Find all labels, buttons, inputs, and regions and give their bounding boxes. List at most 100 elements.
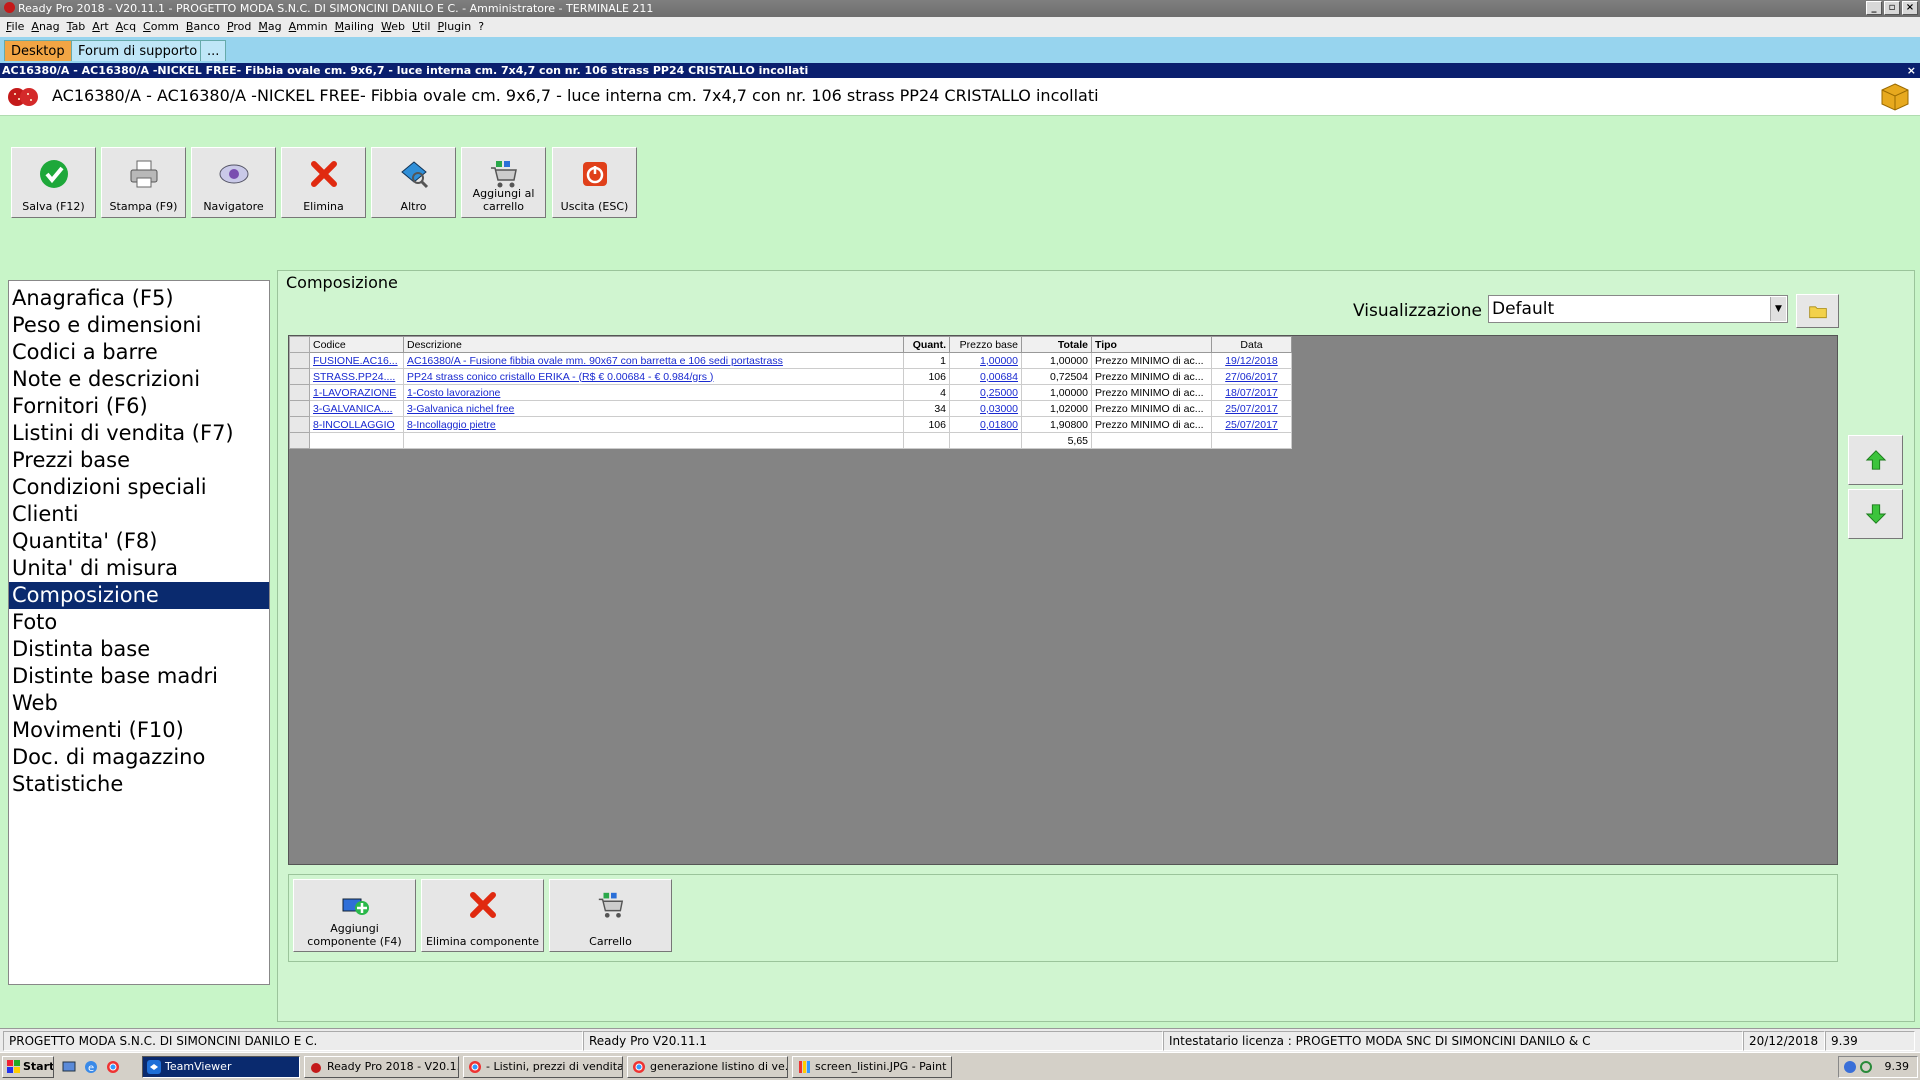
desktop-quicklaunch-icon[interactable]	[62, 1060, 76, 1074]
cell-descrizione[interactable]: 3-Galvanica nichel free	[403, 400, 904, 417]
close-window-button[interactable]: ×	[1902, 1, 1918, 15]
cell-codice[interactable]: 1-LAVORAZIONE	[309, 384, 404, 401]
row-indicator[interactable]	[289, 368, 310, 385]
cell-quant[interactable]: 4	[903, 384, 950, 401]
menu-ammin[interactable]: Ammin	[289, 17, 335, 37]
col-codice[interactable]: Codice	[309, 336, 404, 353]
col-quant[interactable]: Quant.	[903, 336, 950, 353]
ie-quicklaunch-icon[interactable]: e	[84, 1060, 98, 1074]
cell-codice[interactable]: STRASS.PP24....	[309, 368, 404, 385]
col-tipo[interactable]: Tipo	[1091, 336, 1212, 353]
nav-listini-vendita[interactable]: Listini di vendita (F7)	[9, 420, 269, 447]
taskbar-item-chrome-listini[interactable]: - Listini, prezzi di vendita...	[463, 1056, 623, 1078]
exit-button[interactable]: Uscita (ESC)	[552, 147, 637, 218]
move-down-button[interactable]	[1848, 489, 1903, 539]
add-component-button[interactable]: Aggiungi componente (F4)	[293, 879, 416, 952]
delete-button[interactable]: Elimina	[281, 147, 366, 218]
menu-prod[interactable]: Prod	[227, 17, 258, 37]
cell-prezzo-base[interactable]: 0,03000	[949, 400, 1022, 417]
taskbar-item-readypro[interactable]: Ready Pro 2018 - V20.1...	[304, 1056, 459, 1078]
move-up-button[interactable]	[1848, 435, 1903, 485]
cell-data[interactable]: 25/07/2017	[1211, 416, 1292, 433]
cell-tipo[interactable]: Prezzo MINIMO di ac...	[1091, 368, 1212, 385]
nav-fornitori[interactable]: Fornitori (F6)	[9, 393, 269, 420]
menu-comm[interactable]: Comm	[143, 17, 186, 37]
tab-forum[interactable]: Forum di supporto	[71, 40, 205, 61]
save-button[interactable]: Salva (F12)	[11, 147, 96, 218]
cell-descrizione[interactable]: PP24 strass conico cristallo ERIKA - (R$…	[403, 368, 904, 385]
col-totale[interactable]: Totale	[1021, 336, 1092, 353]
cell-quant[interactable]: 106	[903, 416, 950, 433]
table-row[interactable]: FUSIONE.AC16... AC16380/A - Fusione fibb…	[289, 352, 1292, 369]
cell-prezzo-base[interactable]: 0,25000	[949, 384, 1022, 401]
cell-descrizione[interactable]: 1-Costo lavorazione	[403, 384, 904, 401]
menu-tab[interactable]: Tab	[67, 17, 93, 37]
cell-quant[interactable]: 1	[903, 352, 950, 369]
menu-web[interactable]: Web	[381, 17, 412, 37]
nav-doc-magazzino[interactable]: Doc. di magazzino	[9, 744, 269, 771]
nav-web[interactable]: Web	[9, 690, 269, 717]
start-button[interactable]: Start	[2, 1056, 54, 1078]
nav-unita-misura[interactable]: Unita' di misura	[9, 555, 269, 582]
nav-distinte-base-madri[interactable]: Distinte base madri	[9, 663, 269, 690]
col-descrizione[interactable]: Descrizione	[403, 336, 904, 353]
cart-button[interactable]: Carrello	[549, 879, 672, 952]
cell-tipo[interactable]: Prezzo MINIMO di ac...	[1091, 352, 1212, 369]
cell-prezzo-base[interactable]: 0,00684	[949, 368, 1022, 385]
cell-codice[interactable]: 3-GALVANICA....	[309, 400, 404, 417]
table-row[interactable]: STRASS.PP24.... PP24 strass conico crist…	[289, 368, 1292, 385]
minimize-button[interactable]: _	[1866, 1, 1882, 15]
menu-util[interactable]: Util	[412, 17, 438, 37]
network-tray-icon[interactable]	[1843, 1060, 1857, 1074]
cell-prezzo-base[interactable]: 1,00000	[949, 352, 1022, 369]
cell-codice[interactable]: 8-INCOLLAGGIO	[309, 416, 404, 433]
sync-tray-icon[interactable]	[1859, 1060, 1873, 1074]
col-data[interactable]: Data	[1211, 336, 1292, 353]
taskbar-item-teamviewer[interactable]: TeamViewer	[142, 1056, 300, 1078]
view-options-button[interactable]	[1796, 294, 1839, 328]
taskbar-item-paint[interactable]: screen_listini.JPG - Paint	[792, 1056, 952, 1078]
nav-movimenti[interactable]: Movimenti (F10)	[9, 717, 269, 744]
cell-quant[interactable]: 34	[903, 400, 950, 417]
tab-desktop[interactable]: Desktop	[4, 40, 72, 61]
print-button[interactable]: Stampa (F9)	[101, 147, 186, 218]
row-indicator[interactable]	[289, 416, 310, 433]
chrome-quicklaunch-icon[interactable]	[106, 1060, 120, 1074]
cell-data[interactable]: 18/07/2017	[1211, 384, 1292, 401]
cell-data[interactable]: 19/12/2018	[1211, 352, 1292, 369]
cell-quant[interactable]: 106	[903, 368, 950, 385]
menu-art[interactable]: Art	[92, 17, 115, 37]
nav-peso-dimensioni[interactable]: Peso e dimensioni	[9, 312, 269, 339]
nav-composizione[interactable]: Composizione	[9, 582, 269, 609]
delete-component-button[interactable]: Elimina componente	[421, 879, 544, 952]
menu-plugin[interactable]: Plugin	[438, 17, 479, 37]
menu-acq[interactable]: Acq	[116, 17, 143, 37]
row-indicator[interactable]	[289, 352, 310, 369]
cell-tipo[interactable]: Prezzo MINIMO di ac...	[1091, 384, 1212, 401]
cell-data[interactable]: 25/07/2017	[1211, 400, 1292, 417]
add-to-cart-button[interactable]: Aggiungi al carrello	[461, 147, 546, 218]
menu-banco[interactable]: Banco	[186, 17, 227, 37]
nav-quantita[interactable]: Quantita' (F8)	[9, 528, 269, 555]
nav-condizioni-speciali[interactable]: Condizioni speciali	[9, 474, 269, 501]
table-row[interactable]: 8-INCOLLAGGIO 8-Incollaggio pietre 106 0…	[289, 416, 1292, 433]
nav-prezzi-base[interactable]: Prezzi base	[9, 447, 269, 474]
view-select[interactable]: Default ▼	[1488, 295, 1788, 323]
cell-prezzo-base[interactable]: 0,01800	[949, 416, 1022, 433]
row-indicator[interactable]	[289, 384, 310, 401]
nav-foto[interactable]: Foto	[9, 609, 269, 636]
nav-clienti[interactable]: Clienti	[9, 501, 269, 528]
nav-distinta-base[interactable]: Distinta base	[9, 636, 269, 663]
cell-tipo[interactable]: Prezzo MINIMO di ac...	[1091, 416, 1212, 433]
menu-anag[interactable]: Anag	[31, 17, 66, 37]
cell-tipo[interactable]: Prezzo MINIMO di ac...	[1091, 400, 1212, 417]
table-row[interactable]: 3-GALVANICA.... 3-Galvanica nichel free …	[289, 400, 1292, 417]
table-row[interactable]: 1-LAVORAZIONE 1-Costo lavorazione 4 0,25…	[289, 384, 1292, 401]
menu-help[interactable]: ?	[478, 17, 491, 37]
row-indicator[interactable]	[289, 400, 310, 417]
restore-button[interactable]: ▫	[1884, 1, 1900, 15]
cell-codice[interactable]: FUSIONE.AC16...	[309, 352, 404, 369]
other-button[interactable]: Altro	[371, 147, 456, 218]
close-document-icon[interactable]: ×	[1907, 63, 1916, 78]
col-prezzo-base[interactable]: Prezzo base	[949, 336, 1022, 353]
